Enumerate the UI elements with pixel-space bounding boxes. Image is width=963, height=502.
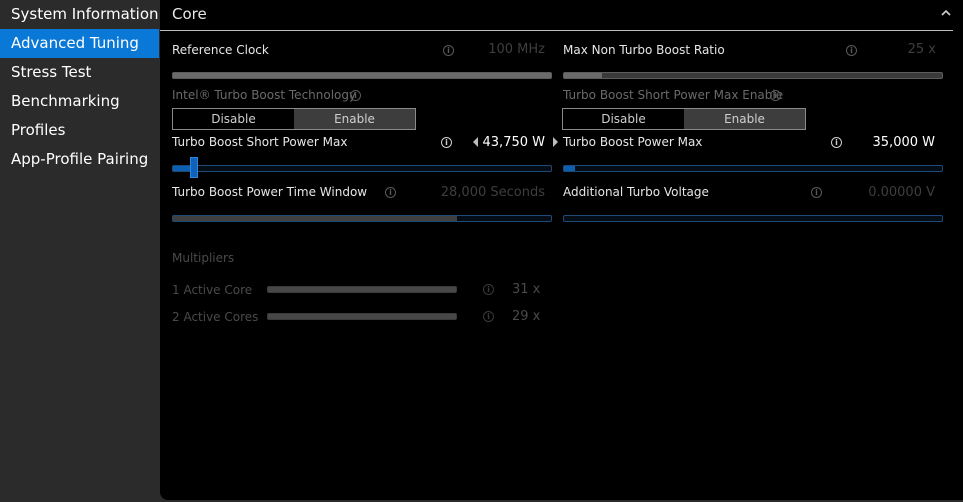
reference-clock-label: Reference Clock [172,43,269,57]
turbo-boost-technology-label: Intel® Turbo Boost Technology [172,88,357,102]
multiplier-2-value: 29 x [512,309,541,324]
reference-clock-slider [172,72,552,79]
sidebar-item-app-profile-pairing[interactable]: App-Profile Pairing [0,145,159,174]
additional-turbo-voltage-value: 0.00000 V [868,185,935,200]
max-non-turbo-ratio-info-icon[interactable]: i [846,45,857,56]
power-max-slider[interactable] [563,165,943,172]
panel-title: Core [172,5,207,23]
sidebar-item-advanced-tuning[interactable]: Advanced Tuning [0,29,159,58]
additional-turbo-voltage-label: Additional Turbo Voltage [563,185,709,199]
multiplier-2-label: 2 Active Cores [172,310,259,324]
increment-arrow-icon[interactable] [553,137,558,147]
power-max-label: Turbo Boost Power Max [563,135,703,149]
max-non-turbo-ratio-slider [563,72,943,79]
app-window: System Information Advanced Tuning Stres… [0,0,963,502]
additional-turbo-voltage-slider [563,215,943,222]
power-max-info-icon[interactable]: i [831,137,842,148]
chevron-up-icon[interactable] [939,6,953,20]
multiplier-1-slider [267,286,457,293]
max-non-turbo-ratio-value: 25 x [907,42,936,57]
short-power-max-slider[interactable] [172,157,552,178]
short-power-max-enable-disable-button[interactable]: Disable [563,109,684,129]
main-panel: Core Reference Clock i 100 MHz Max Non T… [160,0,963,500]
sidebar-item-stress-test[interactable]: Stress Test [0,58,159,87]
short-power-max-enable-info-icon[interactable]: i [770,90,781,101]
short-power-max-info-icon[interactable]: i [441,137,452,148]
multipliers-heading: Multipliers [172,251,235,265]
sidebar-item-system-information[interactable]: System Information [0,0,159,29]
power-max-value[interactable]: 35,000 W [873,135,935,150]
reference-clock-slider-fill [173,73,551,78]
reference-clock-value: 100 MHz [488,42,545,57]
multiplier-1-value: 31 x [512,282,541,297]
multiplier-2-info-icon[interactable]: i [483,311,494,322]
power-time-window-value: 28,000 Seconds [440,185,545,200]
max-non-turbo-ratio-label: Max Non Turbo Boost Ratio [563,43,725,57]
turbo-boost-technology-toggle: Disable Enable [172,108,416,130]
sidebar-item-benchmarking[interactable]: Benchmarking [0,87,159,116]
multiplier-1-info-icon[interactable]: i [483,284,494,295]
sidebar-item-profiles[interactable]: Profiles [0,116,159,145]
panel-header[interactable]: Core [160,0,953,31]
turbo-boost-technology-enable-button[interactable]: Enable [294,109,415,129]
short-power-max-enable-toggle: Disable Enable [562,108,806,130]
turbo-boost-technology-info-icon[interactable]: i [350,90,361,101]
power-time-window-label: Turbo Boost Power Time Window [172,185,368,199]
short-power-max-enable-label: Turbo Boost Short Power Max Enable [563,88,784,102]
power-max-slider-fill [564,166,576,171]
short-power-max-label: Turbo Boost Short Power Max [172,135,348,149]
power-time-window-info-icon[interactable]: i [385,187,396,198]
decrement-arrow-icon[interactable] [473,137,478,147]
multiplier-1-label: 1 Active Core [172,283,253,297]
short-power-max-enable-enable-button[interactable]: Enable [684,109,805,129]
sidebar: System Information Advanced Tuning Stres… [0,0,159,502]
max-non-turbo-ratio-slider-fill [564,73,602,78]
multiplier-1-slider-fill [268,287,456,292]
multiplier-2-slider-fill [268,314,456,319]
additional-turbo-voltage-info-icon[interactable]: i [811,187,822,198]
short-power-max-value[interactable]: 43,750 W [483,135,545,150]
turbo-boost-technology-disable-button[interactable]: Disable [173,109,294,129]
multiplier-2-slider [267,313,457,320]
power-time-window-slider-fill [173,216,457,221]
short-power-max-slider-thumb[interactable] [189,157,198,178]
power-time-window-slider [172,215,552,222]
reference-clock-info-icon[interactable]: i [443,45,454,56]
